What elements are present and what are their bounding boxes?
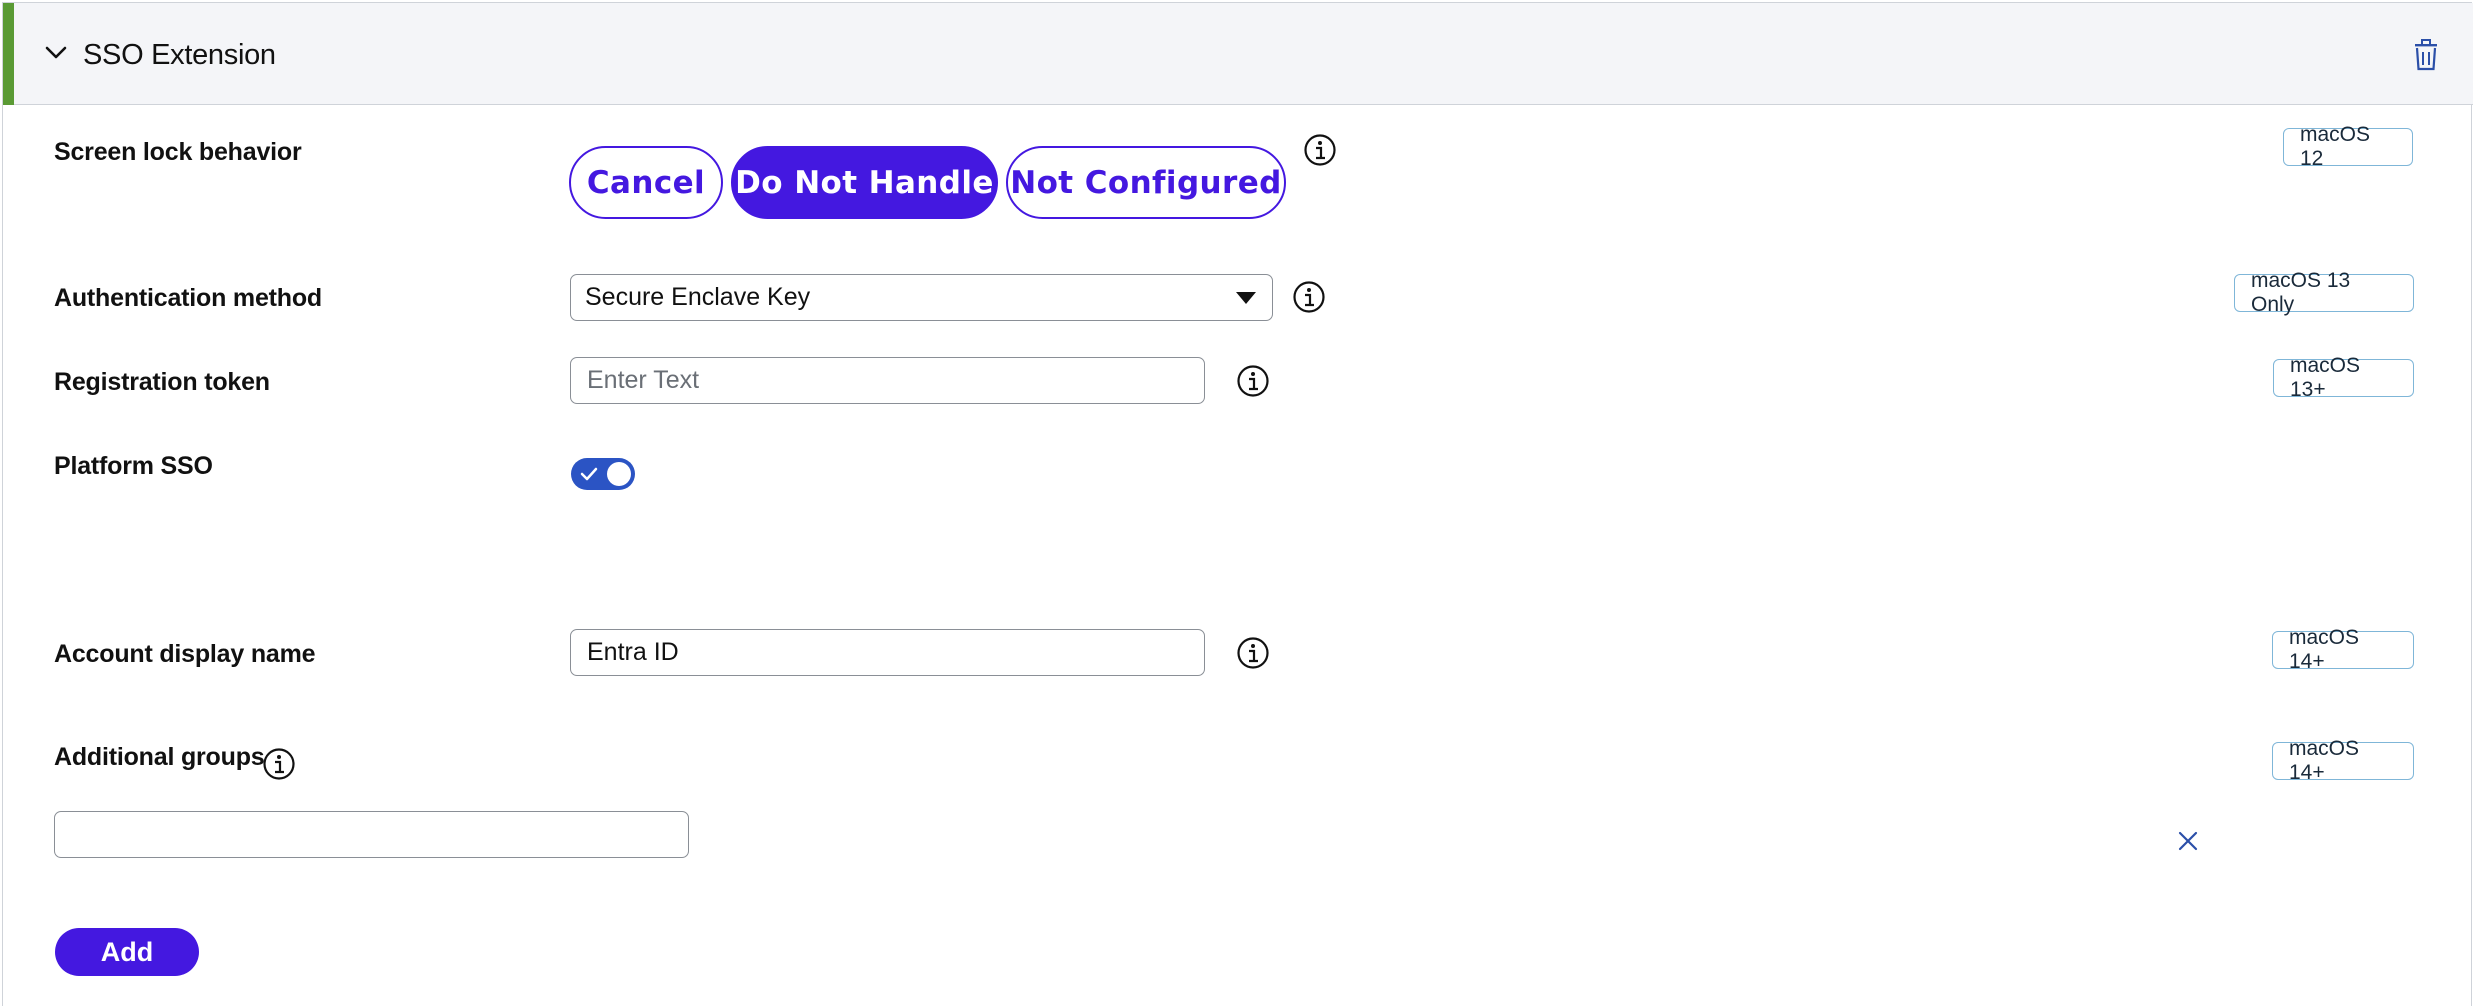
checkmark-icon [580, 467, 598, 481]
toggle-knob [607, 462, 631, 486]
sso-extension-panel: SSO Extension Screen lock behavior Cance… [2, 2, 2473, 1006]
section-title: SSO Extension [83, 39, 276, 71]
accent-bar [3, 3, 14, 105]
chevron-down-icon[interactable] [41, 41, 71, 65]
screen-lock-label: Screen lock behavior [54, 138, 302, 166]
registration-token-input[interactable] [570, 357, 1205, 404]
auth-method-label: Authentication method [54, 284, 323, 312]
caret-down-icon [1236, 292, 1256, 304]
info-icon[interactable] [1292, 280, 1326, 314]
os-version-badge: macOS 12 [2283, 123, 2413, 170]
do-not-handle-option-button[interactable]: Do Not Handle [731, 146, 998, 219]
close-icon[interactable] [2177, 830, 2199, 852]
account-display-name-label: Account display name [54, 640, 316, 668]
additional-group-input[interactable] [54, 811, 689, 858]
os-version-badge: macOS 14+ [2272, 737, 2414, 784]
trash-icon[interactable] [2411, 39, 2441, 71]
add-group-button[interactable]: Add [55, 928, 199, 976]
auth-method-value: Secure Enclave Key [585, 283, 811, 311]
account-display-name-input[interactable] [570, 629, 1205, 676]
info-icon[interactable] [1303, 133, 1337, 167]
os-version-badge: macOS 13+ [2273, 354, 2414, 401]
info-icon[interactable] [262, 747, 296, 781]
section-header[interactable]: SSO Extension [3, 3, 2473, 105]
info-icon[interactable] [1236, 364, 1270, 398]
not-configured-option-button[interactable]: Not Configured [1006, 146, 1286, 219]
platform-sso-toggle[interactable] [571, 458, 635, 490]
info-icon[interactable] [1236, 636, 1270, 670]
cancel-option-button[interactable]: Cancel [569, 146, 723, 219]
additional-groups-label: Additional groups [54, 743, 265, 771]
auth-method-select[interactable]: Secure Enclave Key [570, 274, 1273, 321]
registration-token-label: Registration token [54, 368, 270, 396]
os-version-badge: macOS 14+ [2272, 626, 2414, 673]
os-version-badge: macOS 13 Only [2234, 269, 2414, 316]
platform-sso-label: Platform SSO [54, 452, 213, 480]
